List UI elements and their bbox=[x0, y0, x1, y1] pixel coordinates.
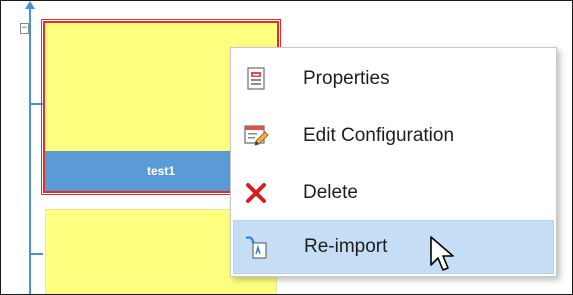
delete-x-icon bbox=[246, 183, 266, 203]
menu-item-label: Edit Configuration bbox=[303, 125, 455, 146]
menu-item-delete[interactable]: Delete bbox=[233, 166, 554, 220]
reimport-icon bbox=[245, 236, 267, 259]
menu-item-label: Delete bbox=[303, 182, 358, 203]
tree-up-arrow-icon bbox=[25, 1, 35, 9]
tree-branch-line bbox=[31, 253, 43, 255]
tree-branch-line bbox=[31, 103, 43, 105]
menu-item-label: Properties bbox=[303, 68, 390, 89]
menu-item-label: Re-import bbox=[304, 236, 388, 257]
menu-item-reimport[interactable]: Re-import bbox=[233, 220, 554, 274]
collapse-toggle[interactable]: − bbox=[20, 23, 29, 34]
properties-icon bbox=[247, 67, 265, 90]
menu-item-edit-configuration[interactable]: Edit Configuration bbox=[233, 109, 554, 163]
mouse-pointer-icon bbox=[430, 236, 454, 271]
menu-item-properties[interactable]: Properties bbox=[233, 52, 554, 106]
edit-configuration-icon bbox=[244, 125, 269, 146]
context-menu: Properties Edit Configuration Delete Re-… bbox=[230, 47, 557, 277]
canvas-frame: − test1 Properties Edit Configuration De… bbox=[0, 0, 573, 295]
